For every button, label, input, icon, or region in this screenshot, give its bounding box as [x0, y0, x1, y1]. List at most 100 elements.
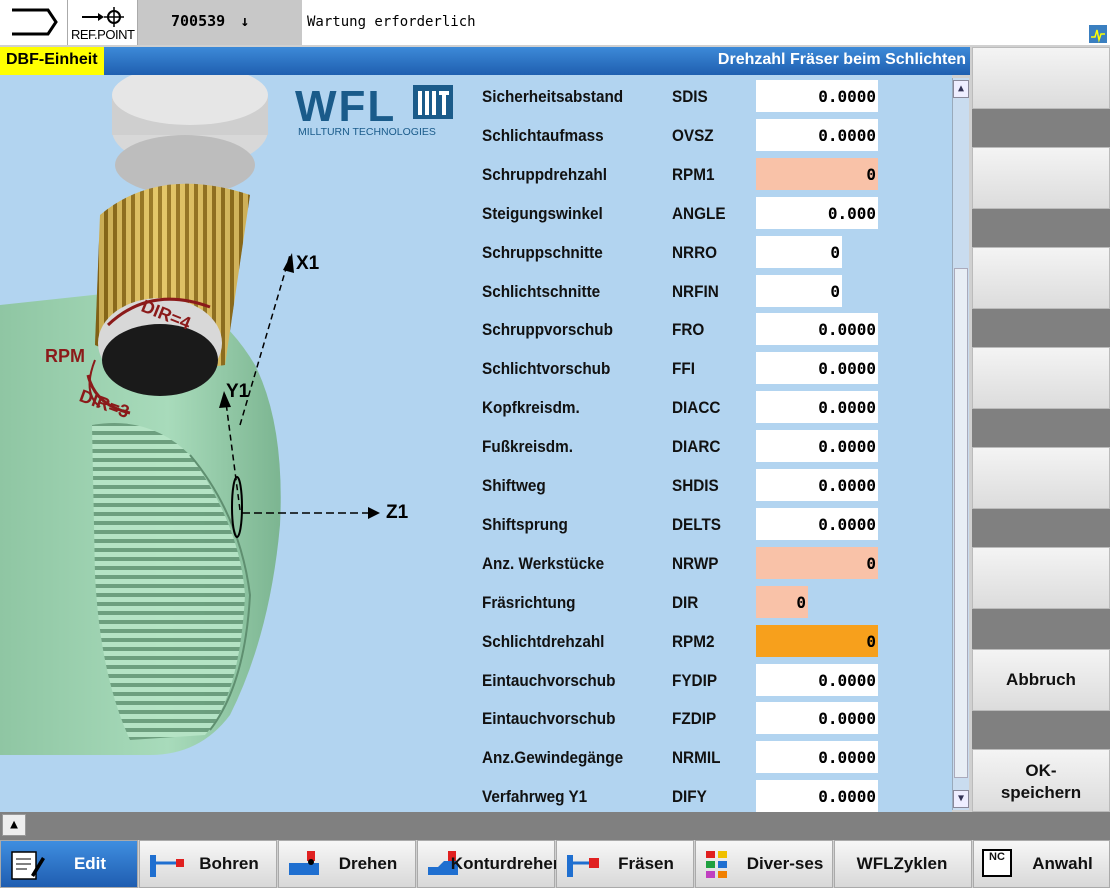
param-code: RPM1	[672, 164, 715, 184]
param-row-ovsz: Schlichtaufmass OVSZ 0.0000	[482, 118, 882, 152]
ok-save-softkey[interactable]: OK- speichern	[972, 749, 1110, 812]
wfl-label-line1: WFL	[856, 854, 894, 873]
param-label: Fußkreisdm.	[482, 437, 573, 457]
param-input-nrmil[interactable]: 0.0000	[756, 741, 878, 774]
drehen-label: Drehen	[338, 854, 398, 873]
vertical-softkey-3[interactable]	[972, 247, 1110, 309]
vertical-softkey-6[interactable]	[972, 547, 1110, 609]
vertical-softkey-5[interactable]	[972, 447, 1110, 509]
ref-point-indicator: REF.POINT	[68, 0, 138, 45]
fraesen-softkey[interactable]: Fräsen	[556, 840, 694, 888]
param-code: FFI	[672, 359, 695, 379]
wfl-label-line2: Zyklen	[893, 854, 948, 873]
miscellaneous-icon	[706, 851, 727, 878]
param-row-rpm1: Schruppdrehzahl RPM1 0	[482, 157, 882, 191]
param-label: Shiftsprung	[482, 514, 568, 534]
param-row-rpm2: Schlichtdrehzahl RPM2 0	[482, 624, 882, 658]
edit-softkey[interactable]: Edit	[0, 840, 138, 888]
param-label: Verfahrweg Y1	[482, 787, 588, 807]
abbruch-softkey[interactable]: Abbruch	[972, 649, 1110, 711]
kontur-drehen-softkey[interactable]: Kontur drehen	[417, 840, 563, 888]
drehen-softkey[interactable]: Drehen	[278, 840, 416, 888]
param-input-diacc[interactable]: 0.0000	[756, 391, 878, 424]
nc-icon-text: NC	[989, 851, 1005, 863]
wfl-zyklen-label: WFL Zyklen	[835, 841, 969, 887]
param-code: SDIS	[672, 87, 708, 106]
milling-icon	[567, 855, 599, 877]
param-label: Shiftweg	[482, 476, 546, 495]
param-label: Schlichtschnitte	[482, 281, 601, 301]
param-input-rpm1[interactable]: 0	[756, 157, 878, 190]
param-code: DIFY	[672, 787, 707, 807]
alarm-field[interactable]: 700539 ↓	[138, 0, 302, 45]
param-input-nrfin[interactable]: 0	[756, 274, 842, 307]
param-input-nrwp[interactable]: 0	[756, 546, 878, 579]
logo-subtitle: MILLTURN TECHNOLOGIES	[298, 126, 436, 138]
kontur-label-line2: drehen	[506, 854, 564, 873]
vertical-softkey-4[interactable]	[972, 347, 1110, 409]
param-input-nrro[interactable]: 0	[756, 235, 842, 268]
softkey-gap	[972, 409, 1110, 447]
alarm-number: 700539	[171, 12, 226, 30]
anwahl-softkey[interactable]: NC Anwahl	[973, 840, 1110, 888]
param-row-sdis: Sicherheitsabstand SDIS 0.0000	[482, 79, 882, 113]
diverses-softkey[interactable]: Diver- ses	[695, 840, 833, 888]
channel-status-icon	[1088, 24, 1108, 44]
vertical-softkey-2[interactable]	[972, 147, 1110, 209]
kontur-label-line1: Kontur	[450, 854, 507, 873]
param-input-ffi[interactable]: 0.0000	[756, 352, 878, 385]
alarm-message: Wartung erforderlich	[307, 14, 476, 30]
unit-badge: DBF-Einheit	[0, 47, 104, 75]
param-input-fro[interactable]: 0.0000	[756, 313, 878, 346]
bohren-softkey[interactable]: Bohren	[139, 840, 277, 888]
softkey-gap	[972, 109, 1110, 147]
param-code: NRMIL	[672, 748, 721, 768]
param-row-fzdip: Eintauchvorschub FZDIP 0.0000	[482, 701, 882, 735]
rpm-label: RPM	[45, 346, 85, 366]
param-input-dir[interactable]: 0	[756, 585, 808, 618]
param-input-diarc[interactable]: 0.0000	[756, 430, 878, 463]
wfl-zyklen-softkey[interactable]: WFL Zyklen	[834, 840, 972, 888]
param-label: Sicherheitsabstand	[482, 87, 624, 106]
form-scrollbar[interactable]: ▲ ▼	[952, 78, 969, 810]
edit-icon	[11, 851, 45, 880]
turning-icon	[289, 851, 319, 875]
param-code: FYDIP	[672, 670, 718, 690]
softkey-gap	[972, 711, 1110, 749]
param-input-ovsz[interactable]: 0.0000	[756, 118, 878, 151]
param-input-shdis[interactable]: 0.0000	[756, 469, 878, 501]
anwahl-label: Anwahl	[1032, 854, 1093, 873]
softkey-gap	[972, 609, 1110, 649]
param-input-delts[interactable]: 0.0000	[756, 507, 878, 540]
ok-label-line1: OK-	[1025, 761, 1057, 780]
param-label: Anz.Gewindegänge	[482, 748, 624, 768]
param-code: DIARC	[672, 437, 721, 457]
param-input-fydip[interactable]: 0.0000	[756, 663, 878, 696]
scroll-down-button[interactable]: ▼	[953, 790, 969, 808]
axis-label-x1: X1	[296, 253, 320, 274]
abbruch-label: Abbruch	[1006, 670, 1076, 689]
param-input-rpm2[interactable]: 0	[756, 624, 878, 657]
ref-point-label: REF.POINT	[71, 27, 135, 42]
param-label: Eintauchvorschub	[482, 709, 616, 729]
param-code: ANGLE	[672, 203, 726, 223]
param-input-sdis[interactable]: 0.0000	[756, 80, 878, 112]
param-code: NRFIN	[672, 281, 719, 301]
logo-brand: WFL	[295, 82, 397, 131]
recall-up-button[interactable]: ▲	[2, 814, 26, 836]
param-label: Schlichtvorschub	[482, 359, 611, 379]
param-input-fzdip[interactable]: 0.0000	[756, 702, 878, 735]
scroll-thumb[interactable]	[954, 268, 968, 778]
kontur-drehen-label: Kontur drehen	[451, 841, 563, 887]
scroll-up-button[interactable]: ▲	[953, 80, 969, 98]
param-label: Kopfkreisdm.	[482, 398, 580, 418]
param-label: Steigungswinkel	[482, 203, 603, 223]
param-row-nrmil: Anz.Gewindegänge NRMIL 0.0000	[482, 740, 882, 774]
param-input-angle[interactable]: 0.000	[756, 196, 878, 229]
drilling-icon	[150, 855, 184, 877]
vertical-softkey-1[interactable]	[972, 47, 1110, 109]
param-row-delts: Shiftsprung DELTS 0.0000	[482, 507, 882, 541]
param-input-dify[interactable]: 0.0000	[756, 780, 878, 813]
operating-mode-icon[interactable]	[0, 0, 68, 45]
param-label: Anz. Werkstücke	[482, 553, 605, 573]
